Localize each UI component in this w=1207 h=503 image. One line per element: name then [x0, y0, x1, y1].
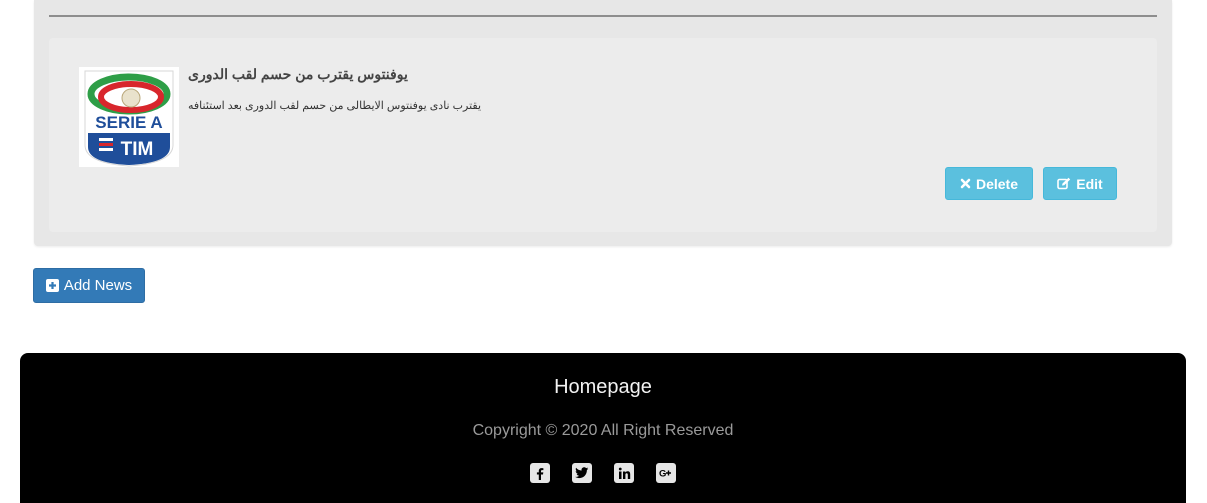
news-body: يقترب نادى يوفنتوس الايطالى من حسم لقب ا…	[188, 100, 482, 112]
news-panel: SERIE A TIM يوفنتوس يقترب من حسم لقب الد…	[34, 0, 1172, 246]
close-icon	[960, 178, 971, 189]
social-links: G	[20, 463, 1186, 483]
divider	[49, 15, 1157, 17]
delete-button-label: Delete	[975, 175, 1019, 192]
linkedin-icon[interactable]	[614, 463, 634, 483]
google-plus-icon[interactable]: G	[656, 463, 676, 483]
delete-button[interactable]: Delete	[945, 167, 1033, 200]
edit-button[interactable]: Edit	[1043, 167, 1117, 200]
news-card: SERIE A TIM يوفنتوس يقترب من حسم لقب الد…	[49, 38, 1157, 232]
edit-icon	[1057, 177, 1071, 190]
add-news-label: Add News	[63, 277, 133, 294]
plus-square-icon	[45, 279, 59, 292]
add-news-button[interactable]: Add News	[33, 268, 145, 303]
news-title: يوفنتوس يقترب من حسم لقب الدورى	[188, 66, 408, 82]
logo-tim-text: TIM	[121, 139, 154, 160]
copyright-text: Copyright © 2020 All Right Reserved	[472, 422, 734, 439]
homepage-link[interactable]: Homepage	[20, 376, 1186, 399]
serie-a-logo: SERIE A TIM	[79, 67, 179, 167]
facebook-icon[interactable]	[530, 463, 550, 483]
edit-button-label: Edit	[1076, 175, 1103, 192]
svg-text:G: G	[659, 469, 666, 479]
twitter-icon[interactable]	[572, 463, 592, 483]
logo-serie-a-text: SERIE A	[95, 113, 162, 132]
footer: Homepage Copyright © 2020 All Right Rese…	[20, 353, 1186, 503]
